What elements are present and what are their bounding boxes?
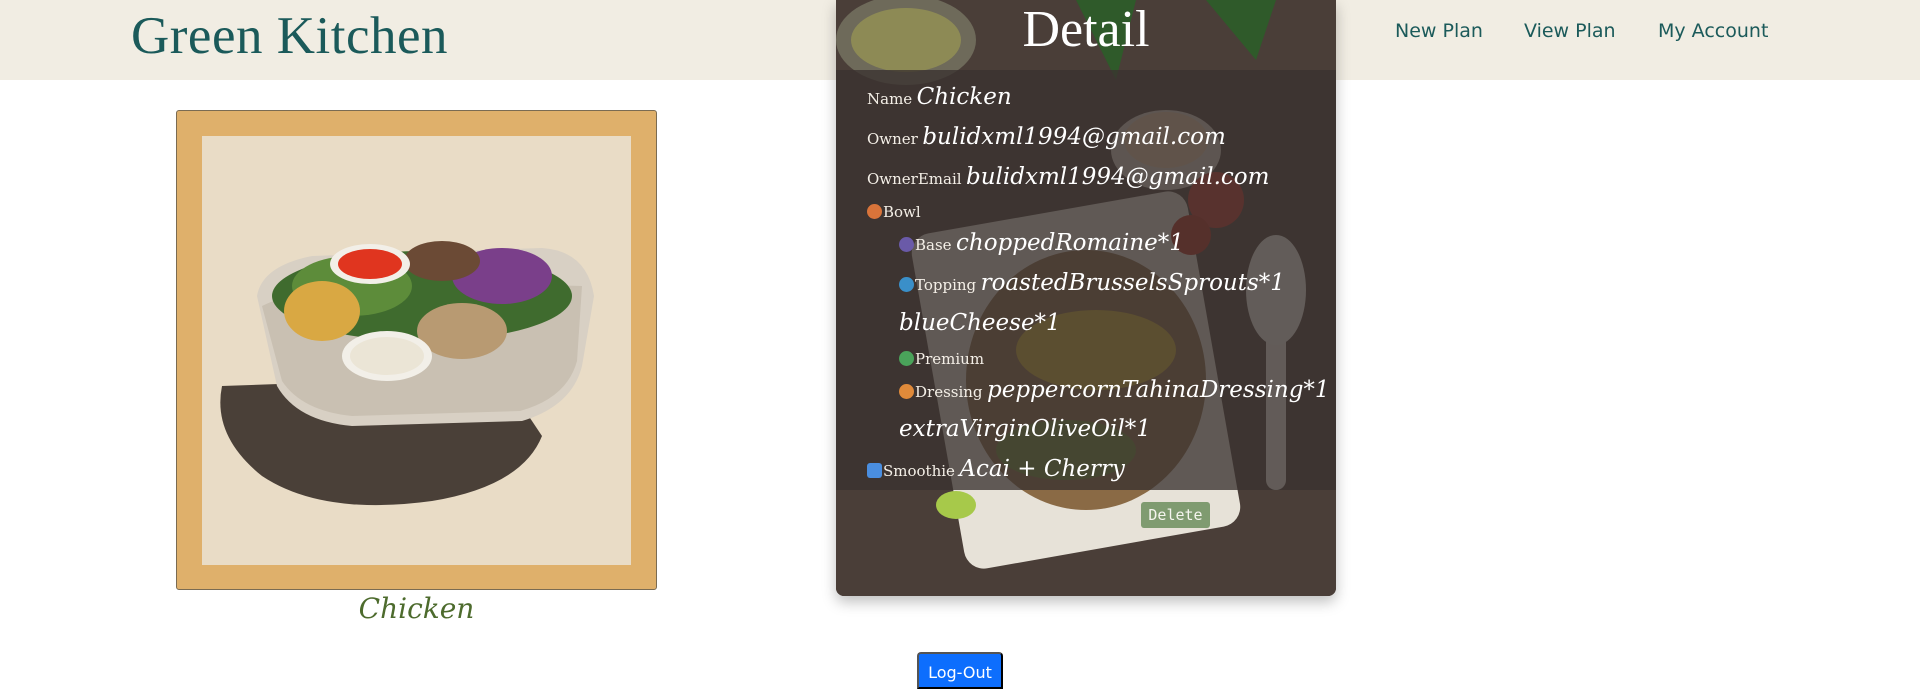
dressing-row: Dressing peppercornTahinaDressing*1: [899, 377, 1330, 403]
smoothie-label: Smoothie: [883, 462, 955, 480]
delete-button[interactable]: Delete: [1141, 502, 1210, 528]
detail-title: Detail: [1022, 1, 1150, 58]
premium-icon: [899, 351, 914, 366]
topping-label: Topping: [915, 276, 977, 294]
plan-card[interactable]: [176, 110, 657, 590]
topping-row: Topping roastedBrusselsSprouts*1: [899, 270, 1285, 296]
bowl-row: Bowl: [867, 203, 921, 222]
premium-row: Premium: [899, 350, 984, 369]
owner-label: Owner: [867, 130, 918, 148]
nav-link-view-plan[interactable]: View Plan: [1524, 20, 1616, 42]
smoothie-value: Acai + Cherry: [959, 456, 1125, 482]
nav-link-new-plan[interactable]: New Plan: [1395, 20, 1483, 42]
brand-logo[interactable]: Green Kitchen: [131, 6, 448, 66]
logout-button[interactable]: Log-Out: [917, 652, 1003, 689]
topping-row-2: blueCheese*1: [899, 310, 1061, 336]
owneremail-row: OwnerEmail bulidxml1994@gmail.com: [867, 164, 1269, 190]
bowl-icon: [867, 204, 882, 219]
premium-label: Premium: [915, 350, 985, 368]
dressing-value-2: extraVirginOliveOil*1: [899, 416, 1151, 442]
cup-icon: [867, 463, 882, 478]
dressing-value-1: peppercornTahinaDressing*1: [986, 377, 1330, 403]
dressing-label: Dressing: [915, 383, 983, 401]
base-row: Base choppedRomaine*1: [899, 230, 1184, 256]
leaf-icon: [899, 237, 914, 252]
bowl-label: Bowl: [883, 203, 921, 221]
name-label: Name: [867, 90, 913, 108]
name-value: Chicken: [916, 84, 1012, 110]
smoothie-row: Smoothie Acai + Cherry: [867, 456, 1125, 482]
topping-value-1: roastedBrusselsSprouts*1: [980, 270, 1285, 296]
dressing-icon: [899, 384, 914, 399]
owneremail-label: OwnerEmail: [867, 170, 962, 188]
plan-card-caption: Chicken: [358, 592, 475, 625]
dressing-row-2: extraVirginOliveOil*1: [899, 416, 1151, 442]
nav-link-my-account[interactable]: My Account: [1658, 20, 1768, 42]
name-row: Name Chicken: [867, 84, 1012, 110]
base-value: choppedRomaine*1: [956, 230, 1184, 256]
topping-value-2: blueCheese*1: [899, 310, 1061, 336]
owneremail-value: bulidxml1994@gmail.com: [966, 164, 1270, 190]
salad-bowl-image: [202, 136, 631, 565]
owner-value: bulidxml1994@gmail.com: [922, 124, 1226, 150]
detail-panel: Detail Name Chicken Owner bulidxml1994@g…: [836, 0, 1336, 596]
owner-row: Owner bulidxml1994@gmail.com: [867, 124, 1226, 150]
base-label: Base: [915, 236, 952, 254]
topping-icon: [899, 277, 914, 292]
